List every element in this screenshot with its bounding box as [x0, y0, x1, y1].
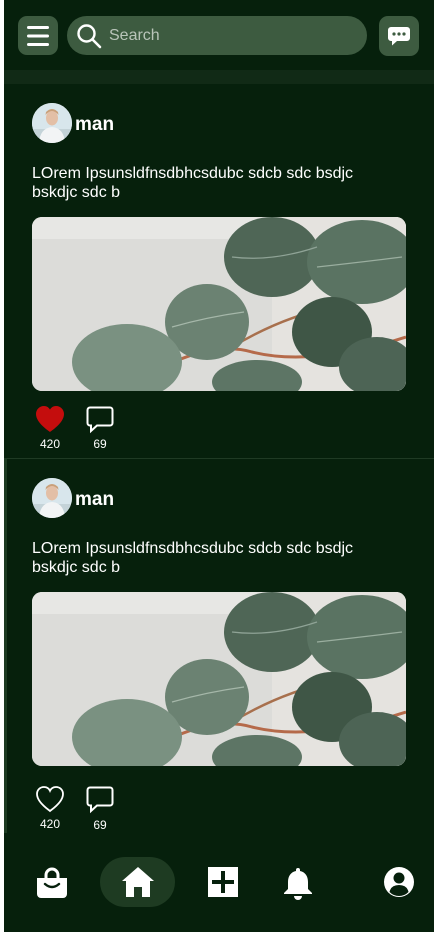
search-bar[interactable] [67, 16, 367, 55]
comment-count: 69 [93, 437, 107, 451]
hamburger-menu-icon [27, 25, 49, 46]
post-author[interactable]: man [75, 489, 114, 511]
post-card: man LOrem Ipsunsldfnsdbhcsdubc sdcb sdc … [4, 84, 434, 458]
post-author[interactable]: man [75, 114, 114, 136]
add-post-icon [208, 867, 238, 897]
nav-notifications[interactable] [280, 865, 316, 901]
avatar-photo [32, 478, 72, 518]
post-text: LOrem Ipsunsldfnsdbhcsdubc sdcb sdc bsdj… [32, 165, 354, 201]
avatar-photo [32, 103, 72, 143]
search-input[interactable] [109, 16, 349, 55]
nav-home[interactable] [100, 857, 175, 907]
comment-icon[interactable] [86, 786, 114, 814]
header-divider [4, 70, 434, 84]
top-bar [4, 0, 434, 70]
comment-count: 69 [93, 818, 107, 832]
post-card: man LOrem Ipsunsldfnsdbhcsdubc sdcb sdc … [4, 459, 434, 833]
chat-bubble-icon [388, 27, 410, 46]
shopping-bag-icon [37, 867, 67, 898]
post-image[interactable] [32, 217, 406, 391]
home-icon [121, 867, 154, 897]
nav-profile[interactable] [381, 864, 417, 900]
eucalyptus-leaves-photo [32, 217, 406, 391]
like-count: 420 [39, 437, 61, 451]
avatar[interactable] [32, 103, 72, 143]
heart-outline-icon[interactable] [35, 785, 65, 813]
avatar[interactable] [32, 478, 72, 518]
messages-button[interactable] [379, 16, 419, 56]
menu-button[interactable] [18, 16, 58, 55]
bell-icon [284, 868, 312, 900]
app-screen: man LOrem Ipsunsldfnsdbhcsdubc sdcb sdc … [4, 0, 434, 932]
heart-filled-icon[interactable] [35, 405, 65, 433]
post-text: LOrem Ipsunsldfnsdbhcsdubc sdcb sdc bsdj… [32, 540, 354, 576]
nav-add-post[interactable] [204, 863, 242, 901]
like-count: 420 [39, 817, 61, 831]
profile-icon [384, 867, 414, 897]
bottom-navigation [4, 833, 434, 932]
post-image[interactable] [32, 592, 406, 766]
comment-icon[interactable] [86, 406, 114, 434]
eucalyptus-leaves-photo [32, 592, 406, 766]
nav-shop[interactable] [32, 865, 72, 901]
search-icon [77, 24, 102, 49]
